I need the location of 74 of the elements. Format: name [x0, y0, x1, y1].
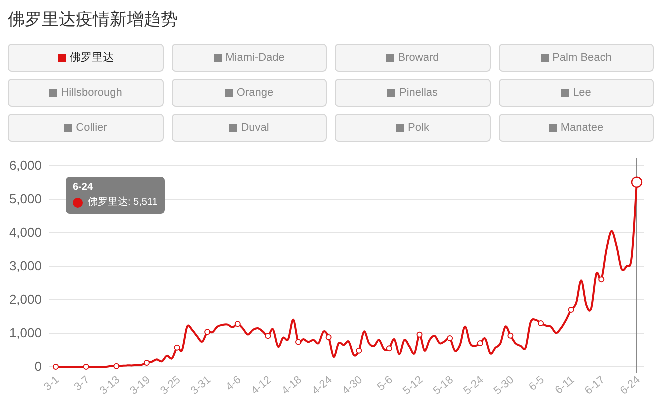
x-axis-label: 4-12	[250, 374, 274, 398]
data-point	[114, 363, 120, 370]
x-axis-label: 4-24	[310, 374, 335, 398]
legend-swatch-icon	[49, 89, 58, 97]
y-axis-label: 5,000	[9, 192, 42, 206]
y-axis-label: 2,000	[9, 292, 42, 307]
x-axis-label: 3-31	[188, 374, 214, 398]
legend-swatch-icon	[214, 54, 222, 62]
legend-swatch-icon	[387, 89, 396, 97]
x-axis-label: 5-18	[431, 374, 456, 398]
data-point	[538, 320, 544, 326]
legend-toggle[interactable]: Broward	[335, 44, 490, 72]
x-axis-label: 5-30	[492, 374, 517, 398]
data-point	[447, 336, 454, 342]
x-axis-label: 6-17	[582, 374, 608, 398]
legend-toggle[interactable]: 佛罗里达	[8, 44, 164, 72]
legend-swatch-icon	[224, 89, 233, 97]
data-point	[296, 339, 302, 346]
y-axis-label: 1,000	[9, 326, 42, 340]
data-point	[508, 332, 514, 339]
data-point	[631, 176, 643, 188]
legend-toggle[interactable]: Orange	[172, 79, 327, 107]
y-axis-label: 4,000	[9, 225, 42, 240]
x-axis-label: 3-1	[42, 374, 62, 394]
data-point	[477, 340, 484, 347]
data-point	[83, 364, 90, 370]
y-axis-label: 3,000	[9, 258, 42, 274]
data-point	[568, 307, 574, 314]
legend-swatch-icon	[548, 124, 557, 132]
legend-toggle[interactable]: Duval	[172, 114, 327, 142]
legend-swatch-icon	[396, 124, 404, 132]
x-axis-label: 5-24	[462, 374, 486, 398]
data-point	[416, 332, 423, 338]
x-axis-label: 3-25	[158, 374, 184, 398]
data-point	[265, 333, 272, 340]
legend-swatch-icon	[540, 54, 549, 62]
legend-swatch-icon	[229, 124, 238, 132]
data-point	[234, 321, 241, 328]
tooltip-value: 佛罗里达: 5,511	[88, 197, 158, 209]
legend-toggle[interactable]: Hillsborough	[8, 79, 164, 107]
data-point	[144, 360, 150, 366]
x-axis-label: 4-30	[340, 374, 366, 398]
tooltip-date: 6-24	[73, 182, 94, 194]
y-axis-label: 0	[34, 359, 42, 374]
x-axis-label: 6-11	[553, 374, 578, 397]
x-axis-label: 5-6	[375, 374, 396, 394]
legend-toggle[interactable]: Palm Beach	[498, 44, 654, 72]
x-axis-label: 3-7	[72, 374, 92, 394]
legend-toggle[interactable]: Miami-Dade	[172, 44, 327, 72]
legend-toggle[interactable]: Polk	[335, 114, 490, 142]
data-point	[356, 348, 362, 354]
x-axis-label: 3-19	[128, 374, 153, 398]
data-point	[174, 344, 180, 351]
data-point	[53, 364, 59, 370]
x-axis-label: 6-5	[527, 374, 547, 394]
x-axis-label: 6-24	[618, 374, 643, 398]
data-point	[386, 346, 392, 352]
x-axis-label: 4-6	[224, 374, 244, 394]
legend-swatch-icon	[64, 124, 72, 132]
legend-toggle[interactable]: Manatee	[498, 114, 654, 142]
x-axis-label: 5-12	[401, 374, 426, 398]
legend-toggle[interactable]: Lee	[498, 79, 654, 107]
y-axis-label: 6,000	[9, 158, 42, 173]
legend-toggle[interactable]: Pinellas	[335, 79, 490, 107]
data-point	[204, 329, 211, 336]
legend-swatch-icon	[561, 89, 570, 97]
legend-swatch-icon	[386, 54, 394, 62]
legend-toggle[interactable]: Collier	[8, 114, 164, 142]
data-point	[326, 334, 332, 341]
x-axis-label: 3-13	[98, 374, 123, 398]
page-title: 佛罗里达疫情新增趋势	[8, 9, 178, 31]
legend-swatch-icon	[58, 54, 66, 62]
data-point	[598, 276, 605, 283]
x-axis-label: 4-18	[280, 374, 304, 398]
